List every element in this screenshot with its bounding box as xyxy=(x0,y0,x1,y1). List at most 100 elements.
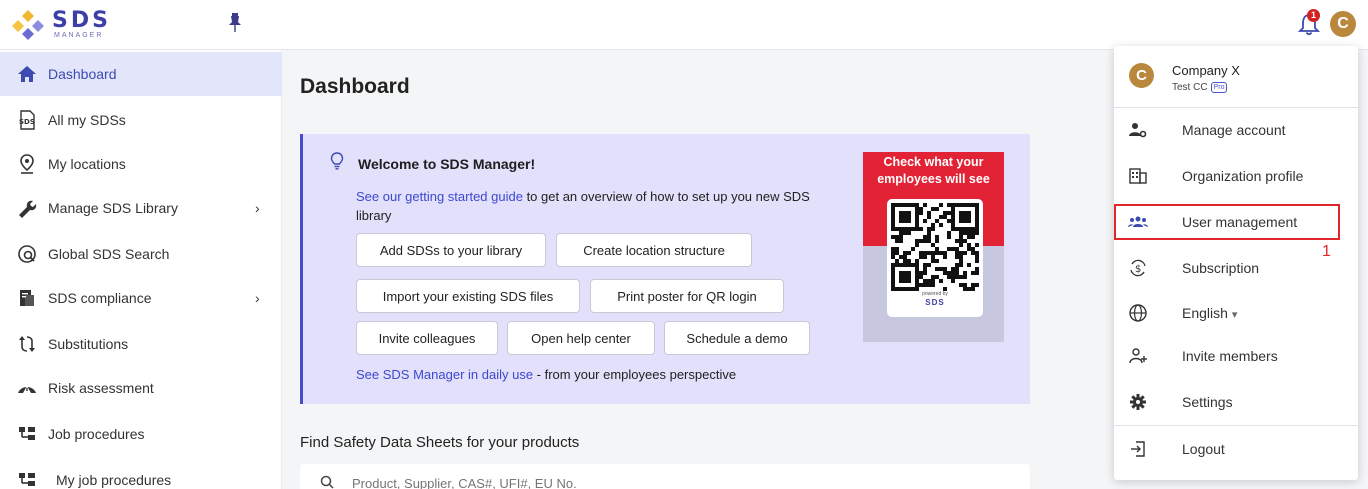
globe-icon xyxy=(1129,304,1147,322)
sidebar-item-label: Global SDS Search xyxy=(48,246,170,262)
menu-item-label: Subscription xyxy=(1182,260,1260,276)
logout-icon xyxy=(1131,441,1145,457)
poster-title-line: employees will see xyxy=(877,172,990,186)
compliance-icon xyxy=(20,290,34,306)
create-location-structure-button[interactable]: Create location structure xyxy=(556,233,752,267)
users-icon xyxy=(1128,216,1148,227)
sidebar-item-label: Manage SDS Library xyxy=(48,200,178,216)
menu-item-label: User management xyxy=(1182,214,1298,230)
wrench-icon xyxy=(19,200,37,218)
menu-item-label: Invite members xyxy=(1182,348,1278,364)
substitution-arrows-icon xyxy=(19,336,35,352)
svg-text:$: $ xyxy=(1135,264,1141,275)
plan-badge: Pro xyxy=(1210,82,1228,93)
sidebar-item-my-locations[interactable]: My locations xyxy=(0,142,282,186)
sidebar-item-job-procedures[interactable]: Job procedures xyxy=(0,412,282,456)
location-pin-icon xyxy=(20,154,34,174)
daily-use-link[interactable]: See SDS Manager in daily use xyxy=(356,367,533,382)
sds-file-icon: SDS xyxy=(19,110,35,130)
poster-powered-by: powered by xyxy=(922,291,948,297)
avatar: C xyxy=(1129,63,1154,88)
menu-item-language[interactable]: English ▾ xyxy=(1114,292,1358,334)
invite-colleagues-button[interactable]: Invite colleagues xyxy=(356,321,498,355)
sidebar-item-label: My job procedures xyxy=(56,472,172,488)
sidebar: Dashboard SDS All my SDSs My locations M… xyxy=(0,50,282,489)
sidebar-item-label: All my SDSs xyxy=(48,112,126,128)
account-menu: C Company X Test CC Pro Manage account Or… xyxy=(1114,46,1358,480)
account-subtitle: Test CC Pro xyxy=(1172,82,1228,94)
account-menu-header: C Company X Test CC Pro xyxy=(1114,46,1358,108)
company-name: Company X xyxy=(1172,63,1240,78)
menu-item-invite-members[interactable]: Invite members xyxy=(1114,335,1358,377)
qr-code-icon xyxy=(891,203,979,291)
caret-down-icon: ▾ xyxy=(1231,309,1238,321)
sidebar-item-label: My locations xyxy=(48,156,126,172)
avatar[interactable]: C xyxy=(1330,11,1356,37)
search-input[interactable] xyxy=(352,476,952,489)
chevron-right-icon: › xyxy=(255,200,260,216)
sds-manager-logo[interactable]: SDS MANAGER xyxy=(12,6,122,44)
find-sds-title: Find Safety Data Sheets for your product… xyxy=(300,434,580,451)
user-gear-icon xyxy=(1129,123,1147,138)
menu-item-label: English ▾ xyxy=(1182,305,1237,321)
logo-text: SDS xyxy=(52,8,111,33)
menu-item-manage-account[interactable]: Manage account xyxy=(1114,109,1358,151)
search-box xyxy=(300,464,1030,489)
welcome-text: See our getting started guide to get an … xyxy=(356,187,836,225)
gear-icon xyxy=(1130,394,1146,410)
lightbulb-icon xyxy=(330,152,344,170)
welcome-title: Welcome to SDS Manager! xyxy=(358,156,536,172)
logo-mark-icon xyxy=(12,10,44,40)
top-bar: SDS MANAGER 1 C xyxy=(0,0,1368,50)
import-sds-files-button[interactable]: Import your existing SDS files xyxy=(356,279,580,313)
menu-item-label: Logout xyxy=(1182,441,1225,457)
notification-badge: 1 xyxy=(1307,9,1320,22)
menu-item-logout[interactable]: Logout xyxy=(1114,428,1358,470)
menu-item-label: Organization profile xyxy=(1182,168,1304,184)
search-icon xyxy=(320,475,334,489)
add-sds-button[interactable]: Add SDSs to your library xyxy=(356,233,546,267)
menu-item-settings[interactable]: Settings xyxy=(1114,381,1358,423)
sidebar-item-manage-sds-library[interactable]: Manage SDS Library › xyxy=(0,186,282,230)
sidebar-item-dashboard[interactable]: Dashboard xyxy=(0,52,282,96)
page-title: Dashboard xyxy=(300,75,410,98)
poster-logo: SDS xyxy=(925,298,945,307)
sidebar-item-label: Dashboard xyxy=(48,66,117,82)
sidebar-item-label: Substitutions xyxy=(48,336,129,352)
annotation-number: 1 xyxy=(1322,243,1331,260)
sidebar-item-label: Risk assessment xyxy=(48,380,154,396)
chevron-right-icon: › xyxy=(255,290,260,306)
menu-item-user-management[interactable]: User management xyxy=(1114,204,1340,240)
building-icon xyxy=(1129,168,1147,184)
poster-card: powered by SDS xyxy=(887,199,983,317)
getting-started-guide-link[interactable]: See our getting started guide xyxy=(356,189,523,204)
welcome-panel: Welcome to SDS Manager! See our getting … xyxy=(300,134,1030,404)
dollar-refresh-icon: $ xyxy=(1130,259,1146,277)
menu-item-organization-profile[interactable]: Organization profile xyxy=(1114,155,1358,197)
daily-use-text: See SDS Manager in daily use - from your… xyxy=(356,367,736,382)
sidebar-item-all-my-sdss[interactable]: SDS All my SDSs xyxy=(0,98,282,142)
qr-poster-preview[interactable]: Check what your employees will see power… xyxy=(863,152,1004,342)
poster-title: Check what your employees will see xyxy=(863,154,1004,188)
logo-subtext: MANAGER xyxy=(54,32,104,39)
sidebar-item-my-job-procedures[interactable]: My job procedures xyxy=(0,458,282,489)
pin-icon[interactable] xyxy=(226,12,244,34)
sidebar-item-label: Job procedures xyxy=(48,426,145,442)
global-search-icon xyxy=(18,245,36,263)
open-help-center-button[interactable]: Open help center xyxy=(507,321,655,355)
warning-triangle-icon xyxy=(18,386,36,393)
sidebar-item-sds-compliance[interactable]: SDS compliance › xyxy=(0,276,282,320)
user-plus-icon xyxy=(1129,348,1147,364)
poster-title-line: Check what your xyxy=(883,155,984,169)
svg-text:SDS: SDS xyxy=(19,118,35,126)
daily-use-description: - from your employees perspective xyxy=(533,367,737,382)
schedule-demo-button[interactable]: Schedule a demo xyxy=(664,321,810,355)
sidebar-item-substitutions[interactable]: Substitutions xyxy=(0,322,282,366)
account-subtitle-text: Test CC xyxy=(1172,82,1208,94)
menu-item-label: Manage account xyxy=(1182,122,1286,138)
sidebar-item-risk-assessment[interactable]: Risk assessment xyxy=(0,366,282,410)
sidebar-item-label: SDS compliance xyxy=(48,290,152,306)
hierarchy-icon xyxy=(19,427,35,440)
sidebar-item-global-sds-search[interactable]: Global SDS Search xyxy=(0,232,282,276)
print-qr-poster-button[interactable]: Print poster for QR login xyxy=(590,279,784,313)
